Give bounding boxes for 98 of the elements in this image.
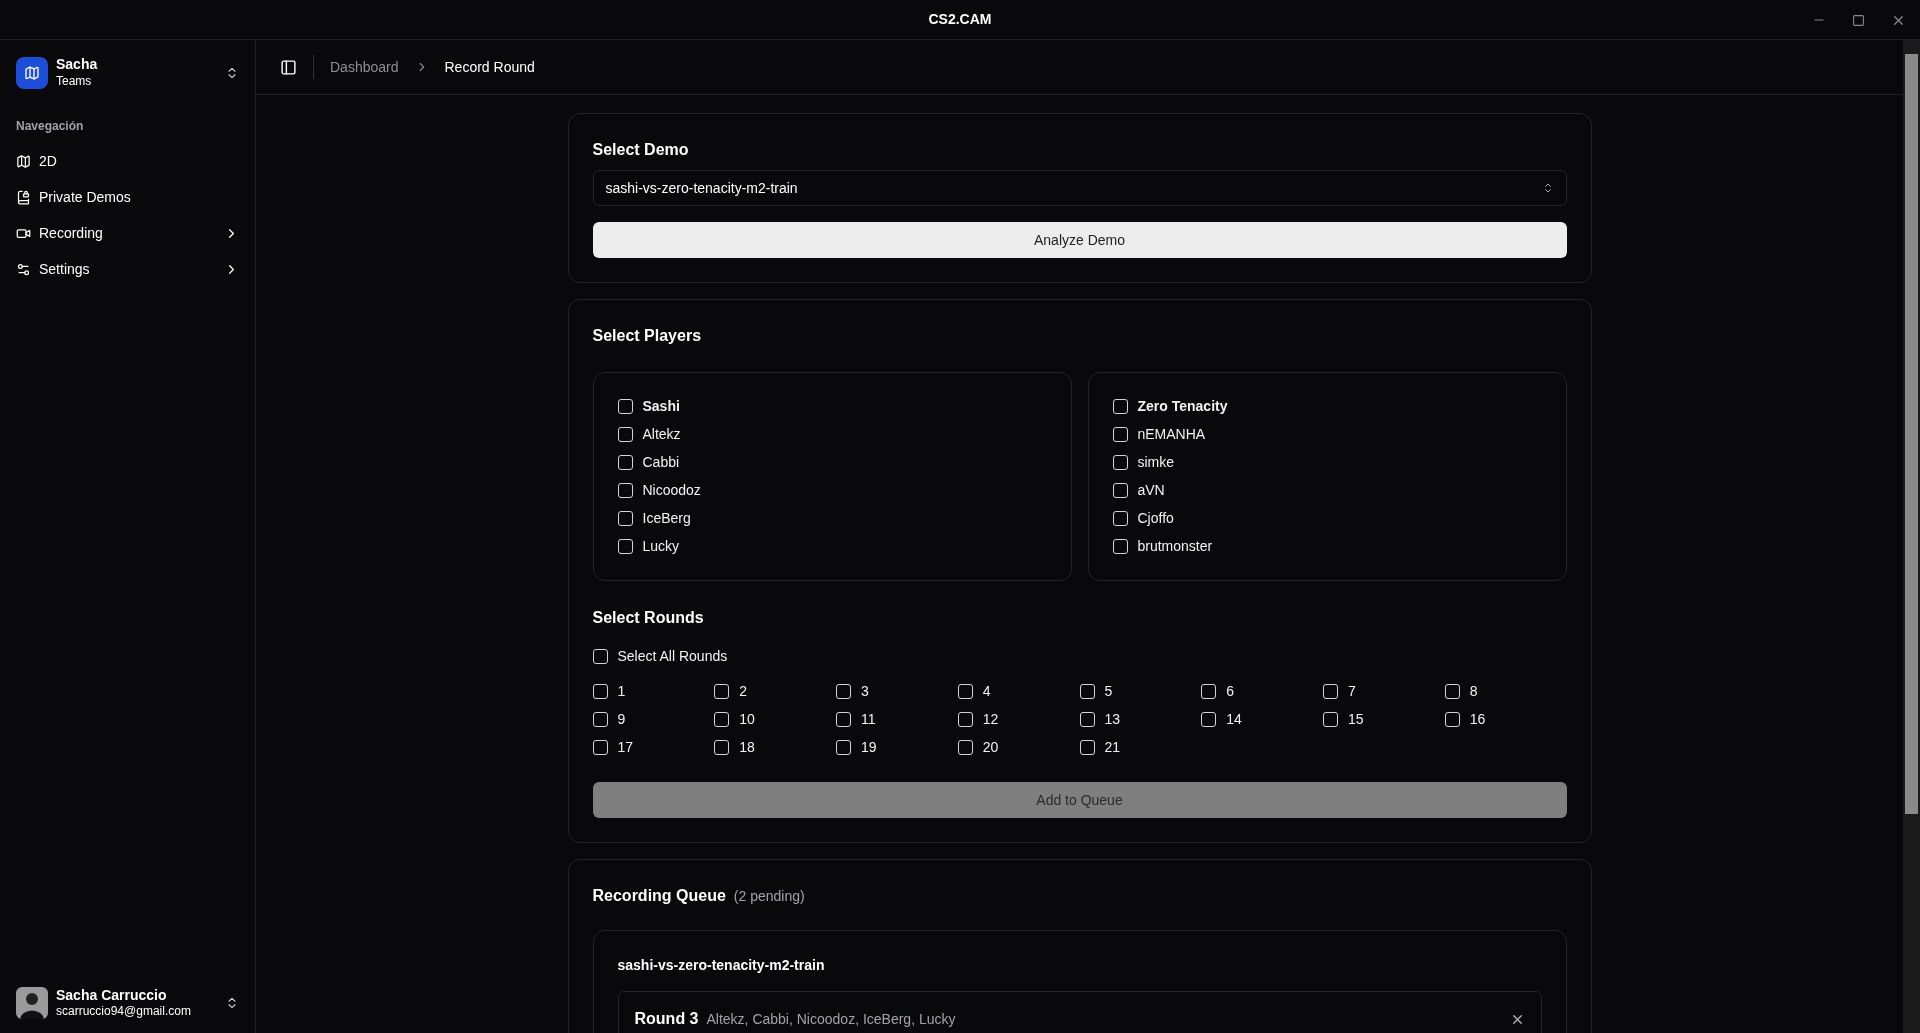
card-title: Select Players [592,326,703,346]
checkbox[interactable] [617,426,633,442]
checkbox[interactable] [1079,739,1095,755]
card-title: Select Demo [592,140,690,160]
nav-item[interactable]: Recording [8,215,247,251]
checkbox[interactable] [714,683,730,699]
checkbox-label: Nicoodoz [642,480,701,500]
checkbox-label: IceBerg [642,508,691,528]
checkbox[interactable] [957,739,973,755]
demos-icon [16,189,31,205]
checkbox[interactable] [1079,683,1095,699]
checkbox[interactable] [957,683,973,699]
checkbox-label: 11 [861,709,876,729]
checkbox-label: 17 [617,737,634,757]
checkbox-label: 2 [739,681,748,701]
checkbox-label: 21 [1104,737,1121,757]
checkbox-label: nEMANHA [1137,424,1206,444]
checkbox[interactable] [592,648,608,664]
checkbox-label: 7 [1348,681,1356,701]
breadcrumb-item: Record Round [444,57,535,77]
checkbox[interactable] [1112,398,1128,414]
checkbox[interactable] [1444,711,1460,727]
checkbox[interactable] [1323,683,1338,699]
checkbox[interactable] [1112,454,1128,470]
breadcrumb-item[interactable]: Dashboard [330,56,399,78]
sidebar-toggle-icon[interactable] [280,58,297,76]
checkbox[interactable] [592,683,608,699]
checkbox[interactable] [617,538,633,554]
maximize-icon[interactable] [1852,13,1865,27]
checkbox-label: 19 [861,737,877,757]
checkbox[interactable] [1201,711,1217,727]
round-players: Altekz, Cabbi, Nicoodoz, IceBerg, Lucky [706,1009,956,1029]
checkbox-label: Sashi [642,396,680,416]
map-icon [16,153,31,169]
checkbox-label: 3 [861,681,869,701]
checkbox[interactable] [1112,510,1128,526]
checkbox-label: 8 [1469,681,1478,701]
checkbox[interactable] [1323,711,1338,727]
checkbox[interactable] [617,454,633,470]
section-label: Navegación [15,118,85,135]
checkbox-label: Altekz [642,424,681,444]
window-title: CS2.CAM [928,10,992,29]
team-name: Sacha [56,56,98,74]
user-email: scarruccio94@gmail.com [56,1004,191,1020]
checkbox-label: 15 [1348,709,1364,729]
checkbox-label: aVN [1137,480,1165,500]
checkbox[interactable] [1201,683,1217,699]
checkbox[interactable] [714,711,730,727]
checkbox[interactable] [1079,711,1095,727]
checkbox-label: Zero Tenacity [1137,396,1228,416]
checkbox[interactable] [714,739,730,755]
checkbox[interactable] [617,398,633,414]
checkbox[interactable] [836,739,851,755]
demo-name: sashi-vs-zero-tenacity-m2-train [617,956,826,975]
checkbox[interactable] [1444,683,1460,699]
analyze-button[interactable]: Analyze Demo [592,222,1567,258]
checkbox-label: Cjoffo [1137,508,1174,528]
checkbox[interactable] [592,711,608,727]
checkbox-label: 20 [982,737,999,757]
checkbox-label: Lucky [642,536,680,556]
user-name: Sacha Carruccio [56,986,168,1005]
checkbox-label: 9 [617,709,626,729]
checkbox[interactable] [836,711,851,727]
checkbox-label: Cabbi [642,452,680,472]
checkbox-label: 5 [1104,681,1113,701]
checkbox[interactable] [1112,426,1128,442]
checkbox-label: brutmonster [1137,536,1213,556]
pending-count: (2 pending) [733,887,805,906]
settings-icon [16,261,31,277]
checkbox[interactable] [592,739,608,755]
checkbox[interactable] [617,482,633,498]
scrollbar[interactable] [1903,40,1920,1033]
checkbox[interactable] [957,711,973,727]
checkbox[interactable] [836,683,851,699]
checkbox[interactable] [617,510,633,526]
checkbox[interactable] [1112,538,1128,554]
nav-item[interactable]: 2D [8,143,247,179]
nav-item[interactable]: Settings [8,251,247,287]
checkbox-label: 1 [617,681,626,701]
checkbox-label: 10 [739,709,755,729]
checkbox-label: 4 [982,681,991,701]
checkbox-label: 13 [1104,709,1121,729]
nav-item[interactable]: Private Demos [8,179,247,215]
section-title: Select Rounds [592,608,705,628]
checkbox-label: 12 [982,709,999,729]
checkbox[interactable] [1112,482,1128,498]
checkbox-label: 6 [1226,681,1235,701]
round-label: Round 3 [634,1009,699,1029]
avatar [16,987,48,1019]
team-plan: Teams [56,73,93,89]
checkbox-label: 14 [1226,709,1242,729]
checkbox-label: Select All Rounds [617,646,728,666]
checkbox-label: 18 [739,737,755,757]
demo-select[interactable]: sashi-vs-zero-tenacity-m2-train [592,170,1567,206]
checkbox-label: 16 [1469,709,1486,729]
checkbox-label: simke [1137,452,1175,472]
team-logo [16,56,48,89]
card-title: Recording Queue [592,886,726,906]
